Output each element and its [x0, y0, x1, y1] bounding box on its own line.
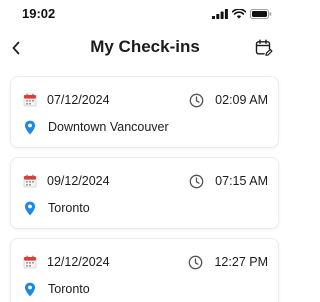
- checkin-time-group: 07:15 AM: [189, 174, 268, 189]
- checkin-card[interactable]: 07/12/2024 02:09 AM Downtown Vancouver: [10, 76, 279, 148]
- checkin-location-row: Downtown Vancouver: [23, 117, 268, 137]
- page-title: My Check-ins: [90, 37, 200, 56]
- checkin-location: Toronto: [48, 282, 90, 296]
- checkin-datetime-row: 07/12/2024 02:09 AM: [23, 90, 268, 110]
- clock-icon: [189, 255, 203, 269]
- calendar-icon: [23, 174, 37, 188]
- nav-bar: My Check-ins: [0, 30, 290, 66]
- status-bar: 19:02: [0, 0, 290, 30]
- calendar-edit-button[interactable]: [252, 36, 276, 60]
- checkin-location: Toronto: [48, 201, 90, 215]
- status-time: 19:02: [22, 6, 56, 21]
- location-pin-icon: [24, 282, 36, 296]
- wifi-icon: [232, 9, 246, 19]
- checkin-time: 07:15 AM: [215, 174, 268, 188]
- checkin-location-row: Toronto: [23, 198, 268, 218]
- calendar-icon: [23, 255, 37, 269]
- battery-icon: [250, 9, 272, 19]
- checkin-time-group: 12:27 PM: [188, 255, 268, 270]
- clock-icon: [189, 93, 204, 107]
- checkin-datetime-row: 12/12/2024 12:27 PM: [23, 252, 268, 272]
- location-pin-icon: [24, 201, 36, 215]
- checkin-card[interactable]: 12/12/2024 12:27 PM Toronto: [10, 238, 279, 302]
- signal-icon: [212, 9, 228, 19]
- clock-icon: [189, 174, 204, 188]
- checkin-time: 12:27 PM: [214, 255, 268, 269]
- checkin-time: 02:09 AM: [215, 93, 268, 107]
- location-pin-icon: [24, 120, 36, 134]
- calendar-edit-icon: [255, 39, 273, 57]
- checkin-location: Downtown Vancouver: [48, 120, 169, 134]
- checkin-location-row: Toronto: [23, 279, 268, 299]
- checkin-datetime-row: 09/12/2024 07:15 AM: [23, 171, 268, 191]
- calendar-icon: [23, 93, 37, 107]
- checkin-date: 07/12/2024: [47, 93, 110, 107]
- checkin-time-group: 02:09 AM: [189, 93, 268, 108]
- checkin-card[interactable]: 09/12/2024 07:15 AM Toronto: [10, 157, 279, 229]
- checkin-date: 12/12/2024: [47, 255, 110, 269]
- status-icons: [212, 9, 272, 19]
- checkin-date: 09/12/2024: [47, 174, 110, 188]
